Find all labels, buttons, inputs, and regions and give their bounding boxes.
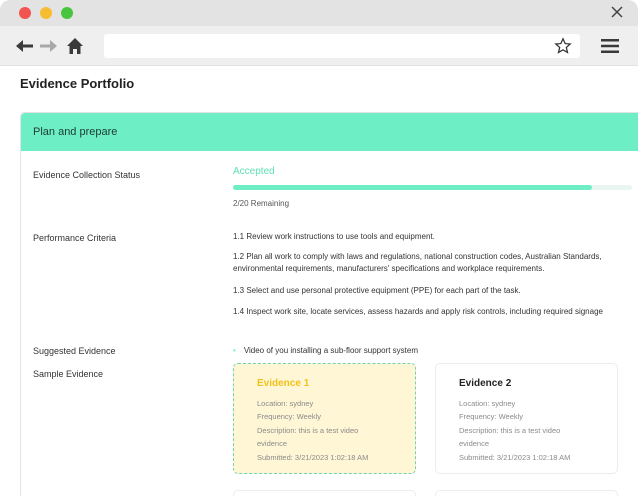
criteria-label: Performance Criteria [33,233,117,243]
progress-bar [233,185,632,190]
browser-toolbar [0,26,638,66]
bullet-icon: • [233,346,236,355]
progress-fill [233,185,593,190]
back-arrow-icon[interactable] [15,37,35,55]
evidence-card-4-partial[interactable] [233,490,416,496]
section-title: Plan and prepare [33,126,118,138]
evidence-description: Description: this is a test video [257,426,359,435]
title-bar [0,0,638,26]
browser-window: Evidence Portfolio Plan and prepare Evid… [0,0,638,496]
evidence-title: Evidence 2 [459,378,512,389]
suggested-item-text: Video of you installing a sub-floor supp… [243,346,418,355]
evidence-card-1[interactable]: Evidence 1 Location: sydney Frequency: W… [233,363,416,474]
star-icon[interactable] [554,37,572,55]
criteria-item: 1.2 Plan all work to comply with laws an… [233,252,602,261]
evidence-description-cont: evidence [459,439,490,448]
evidence-description-cont: evidence [257,439,288,448]
status-label: Evidence Collection Status [33,170,141,180]
criteria-item: 1.1 Review work instructions to use tool… [233,232,435,241]
suggested-label: Suggested Evidence [33,346,116,356]
evidence-title: Evidence 1 [257,378,310,389]
sample-label: Sample Evidence [33,369,104,379]
suggested-item: • Video of you installing a sub-floor sup… [233,346,418,355]
criteria-item: environmental requirements, manufacturer… [233,264,545,273]
section-header[interactable]: Plan and prepare [21,113,638,151]
evidence-submitted: Submitted: 3/21/2023 1:02:18 AM [459,453,571,462]
page-title: Evidence Portfolio [20,76,135,91]
home-icon[interactable] [66,37,84,55]
evidence-frequency: Frequency: Weekly [459,412,524,421]
forward-arrow-icon[interactable] [38,37,58,55]
evidence-section-card: Plan and prepare Evidence Collection Sta… [20,112,638,496]
evidence-card-2[interactable]: Evidence 2 Location: sydney Frequency: W… [435,363,618,474]
criteria-item: 1.4 Inspect work site, locate services, … [233,307,603,316]
close-icon[interactable] [610,5,624,19]
minimize-window-button[interactable] [40,7,52,19]
evidence-description: Description: this is a test video [459,426,561,435]
menu-icon[interactable] [601,39,619,53]
maximize-window-button[interactable] [61,7,73,19]
evidence-submitted: Submitted: 3/21/2023 1:02:18 AM [257,453,369,462]
evidence-card-5-partial[interactable] [435,490,618,496]
remaining-count: 2/20 Remaining [233,199,290,208]
address-bar[interactable] [104,34,580,58]
evidence-location: Location: sydney [459,399,516,408]
status-value: Accepted [233,166,275,177]
criteria-item: 1.3 Select and use personal protective e… [233,286,521,295]
close-window-button[interactable] [19,7,31,19]
evidence-location: Location: sydney [257,399,314,408]
evidence-frequency: Frequency: Weekly [257,412,322,421]
page-content: Evidence Portfolio Plan and prepare Evid… [0,66,638,496]
